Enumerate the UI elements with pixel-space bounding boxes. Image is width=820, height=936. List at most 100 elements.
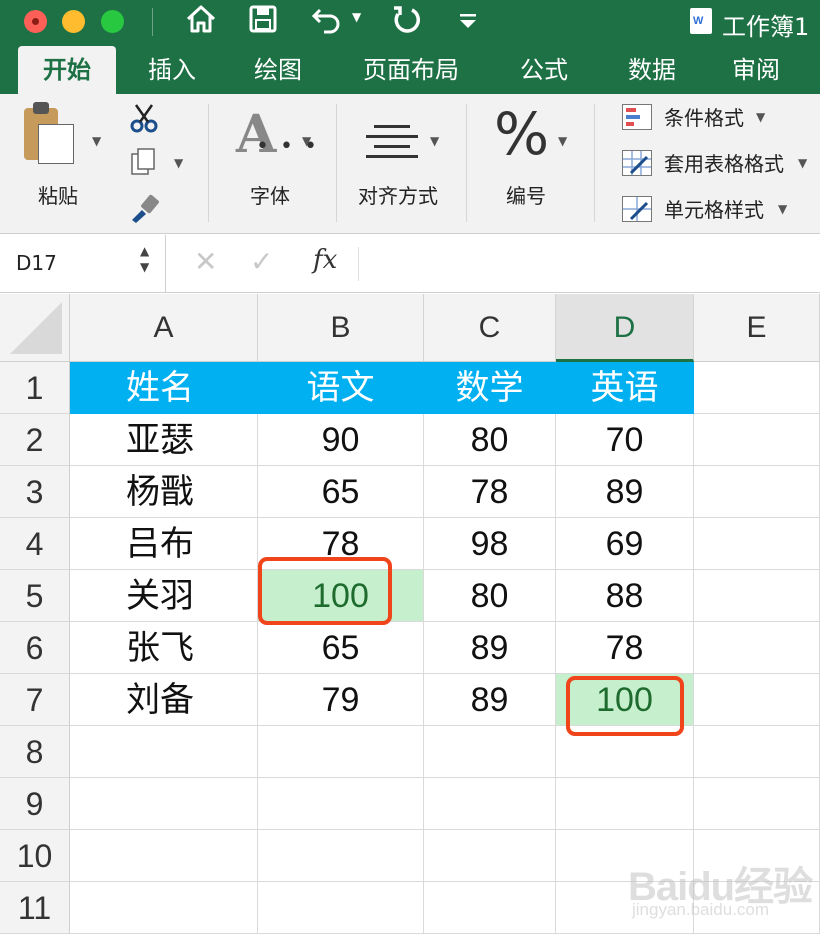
cell-e6[interactable] [694, 622, 820, 674]
select-all-corner[interactable] [0, 294, 70, 362]
alignment-dropdown-icon[interactable]: ▼ [430, 134, 439, 148]
copy-icon[interactable] [128, 146, 160, 185]
cell-c6[interactable]: 89 [424, 622, 556, 674]
cell-c4[interactable]: 98 [424, 518, 556, 570]
cell-b3[interactable]: 65 [258, 466, 424, 518]
row-header-10[interactable]: 10 [0, 830, 70, 882]
tab-draw[interactable]: 绘图 [238, 46, 318, 94]
cell-d5[interactable]: 88 [556, 570, 694, 622]
cell-a3[interactable]: 杨戬 [70, 466, 258, 518]
cell-d1[interactable]: 英语 [556, 362, 694, 414]
cell-a8[interactable] [70, 726, 258, 778]
cell-c1[interactable]: 数学 [424, 362, 556, 414]
cell-c3[interactable]: 78 [424, 466, 556, 518]
row-header-11[interactable]: 11 [0, 882, 70, 934]
cell-c11[interactable] [424, 882, 556, 934]
undo-dropdown-icon[interactable]: ▼ [352, 10, 361, 24]
cell-e9[interactable] [694, 778, 820, 830]
cell-d6[interactable]: 78 [556, 622, 694, 674]
tab-data[interactable]: 数据 [612, 46, 692, 94]
cell-styles-dropdown-icon[interactable]: ▼ [778, 202, 787, 216]
cell-a6[interactable]: 张飞 [70, 622, 258, 674]
format-as-table-dropdown-icon[interactable]: ▼ [798, 156, 807, 170]
cell-c10[interactable] [424, 830, 556, 882]
cell-a5[interactable]: 关羽 [70, 570, 258, 622]
column-header-d[interactable]: D [556, 294, 694, 362]
row-header-2[interactable]: 2 [0, 414, 70, 466]
cell-a10[interactable] [70, 830, 258, 882]
cell-c2[interactable]: 80 [424, 414, 556, 466]
spreadsheet-grid: ABCDE 1 2 3 4 5 6 7 8 9 10 11 姓名 语文 数学 英语 亚瑟 90 80 70 杨戬 65… [0, 294, 820, 936]
titlebar-divider [152, 8, 153, 36]
customize-toolbar-icon[interactable] [458, 2, 478, 49]
cell-e2[interactable] [694, 414, 820, 466]
font-dropdown-icon[interactable]: ▼ [302, 134, 311, 148]
number-dropdown-icon[interactable]: ▼ [558, 134, 567, 148]
row-header-3[interactable]: 3 [0, 466, 70, 518]
name-box[interactable]: D17 ▲ ▼ [0, 235, 166, 293]
cell-b9[interactable] [258, 778, 424, 830]
row-header-6[interactable]: 6 [0, 622, 70, 674]
cell-c8[interactable] [424, 726, 556, 778]
cell-d2[interactable]: 70 [556, 414, 694, 466]
cell-b11[interactable] [258, 882, 424, 934]
home-icon[interactable] [184, 2, 218, 47]
column-header-c[interactable]: C [424, 294, 556, 362]
cell-a2[interactable]: 亚瑟 [70, 414, 258, 466]
tab-home[interactable]: 开始 [18, 46, 116, 94]
zoom-window-button[interactable] [101, 10, 124, 33]
cell-c7[interactable]: 89 [424, 674, 556, 726]
row-header-1[interactable]: 1 [0, 362, 70, 414]
row-header-8[interactable]: 8 [0, 726, 70, 778]
close-window-button[interactable] [24, 10, 47, 33]
cell-a9[interactable] [70, 778, 258, 830]
cell-c5[interactable]: 80 [424, 570, 556, 622]
cell-a4[interactable]: 吕布 [70, 518, 258, 570]
cell-d4[interactable]: 69 [556, 518, 694, 570]
tab-review[interactable]: 审阅 [716, 46, 796, 94]
conditional-format-dropdown-icon[interactable]: ▼ [756, 110, 765, 124]
paste-dropdown-icon[interactable]: ▼ [92, 134, 101, 148]
tab-insert[interactable]: 插入 [132, 46, 212, 94]
column-header-b[interactable]: B [258, 294, 424, 362]
copy-dropdown-icon[interactable]: ▼ [174, 156, 183, 170]
cell-b7[interactable]: 79 [258, 674, 424, 726]
format-painter-icon[interactable] [128, 192, 162, 231]
redo-icon[interactable] [390, 2, 424, 47]
row-header-7[interactable]: 7 [0, 674, 70, 726]
alignment-icon [366, 118, 418, 158]
cell-e4[interactable] [694, 518, 820, 570]
row-header-4[interactable]: 4 [0, 518, 70, 570]
save-icon[interactable] [248, 2, 278, 47]
cell-e8[interactable] [694, 726, 820, 778]
row-header-5[interactable]: 5 [0, 570, 70, 622]
row-header-9[interactable]: 9 [0, 778, 70, 830]
undo-icon[interactable] [310, 2, 344, 47]
cell-d9[interactable] [556, 778, 694, 830]
cell-a11[interactable] [70, 882, 258, 934]
cell-b1[interactable]: 语文 [258, 362, 424, 414]
cell-a1[interactable]: 姓名 [70, 362, 258, 414]
minimize-window-button[interactable] [62, 10, 85, 33]
tab-formulas[interactable]: 公式 [504, 46, 584, 94]
insert-function-icon[interactable]: fx [313, 245, 337, 275]
column-header-e[interactable]: E [694, 294, 820, 362]
cancel-entry-icon[interactable]: ✕ [194, 245, 217, 278]
name-box-stepper-icon[interactable]: ▲ ▼ [140, 243, 149, 275]
paste-label: 粘贴 [38, 184, 78, 208]
cell-b2[interactable]: 90 [258, 414, 424, 466]
cell-e5[interactable] [694, 570, 820, 622]
cell-a7[interactable]: 刘备 [70, 674, 258, 726]
cell-e7[interactable] [694, 674, 820, 726]
cell-b6[interactable]: 65 [258, 622, 424, 674]
cell-e1[interactable] [694, 362, 820, 414]
column-header-a[interactable]: A [70, 294, 258, 362]
cell-b10[interactable] [258, 830, 424, 882]
cell-b8[interactable] [258, 726, 424, 778]
cut-icon[interactable] [128, 102, 160, 141]
cell-e3[interactable] [694, 466, 820, 518]
cell-c9[interactable] [424, 778, 556, 830]
tab-page-layout[interactable]: 页面布局 [350, 46, 472, 94]
cell-d3[interactable]: 89 [556, 466, 694, 518]
confirm-entry-icon[interactable]: ✓ [250, 245, 273, 278]
